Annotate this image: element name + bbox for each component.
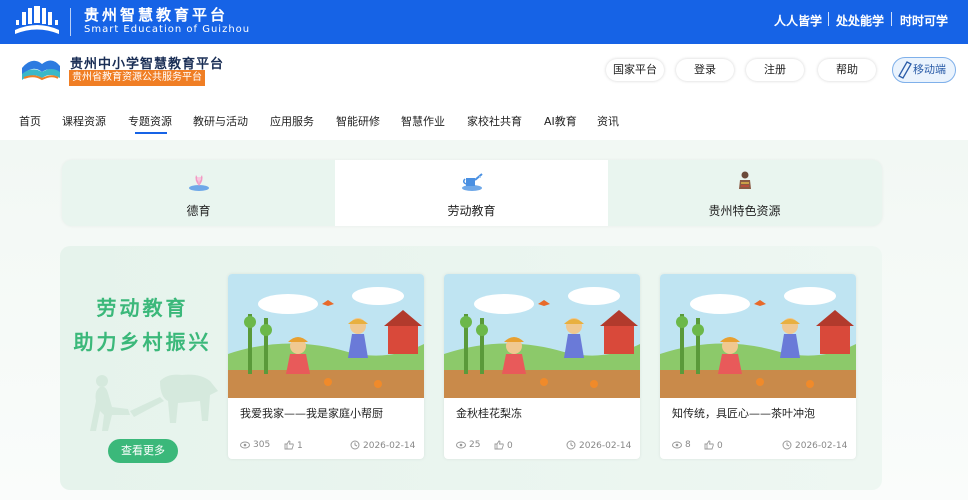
slogan-2: 处处能学 [836, 14, 885, 28]
nav-item-news[interactable]: 资讯 [597, 113, 619, 129]
resource-card[interactable]: 我爱我家——我是家庭小帮厨 305 1 2026-02-14 [228, 274, 424, 459]
view-count-value: 25 [469, 440, 481, 450]
nav-active-indicator [135, 132, 167, 134]
like-count-value: 0 [717, 441, 723, 451]
eye-icon [240, 441, 250, 449]
mobile-button-label: 移动端 [913, 63, 946, 76]
card-thumbnail [444, 274, 640, 398]
publish-date: 2026-02-14 [782, 440, 847, 451]
eye-icon [672, 441, 682, 449]
slogan-3: 时时可学 [900, 14, 949, 28]
nav-item-courses[interactable]: 课程资源 [62, 113, 106, 129]
nav-item-topics[interactable]: 专题资源 [128, 113, 172, 129]
nav-item-homework[interactable]: 智慧作业 [401, 113, 445, 129]
card-thumbnail [660, 274, 856, 398]
logo-divider [70, 8, 71, 36]
view-count: 305 [240, 440, 270, 450]
platform-title-en: Smart Education of Guizhou [84, 24, 251, 35]
nav-item-home[interactable]: 首页 [19, 113, 41, 129]
nav-item-ai[interactable]: AI教育 [544, 113, 577, 129]
site-subname: 贵州省教育资源公共服务平台 [69, 70, 205, 86]
view-count: 25 [456, 440, 480, 450]
thumbs-up-icon [704, 440, 714, 450]
slogan-separator [828, 12, 829, 26]
view-count-value: 305 [253, 440, 271, 450]
nav-item-family[interactable]: 家校社共育 [467, 113, 522, 129]
thumbs-up-icon [284, 440, 294, 450]
nav-item-apps[interactable]: 应用服务 [270, 113, 314, 129]
card-title: 知传统，具匠心——茶叶冲泡 [672, 407, 815, 420]
clock-icon [350, 440, 360, 450]
publish-date: 2026-02-14 [566, 440, 631, 451]
like-count-value: 1 [297, 441, 303, 451]
login-button[interactable]: 登录 [676, 59, 734, 81]
banner-line-1: 劳动教育 [96, 296, 189, 320]
help-button[interactable]: 帮助 [818, 59, 876, 81]
card-thumbnail [228, 274, 424, 398]
banner-line-2: 助力乡村振兴 [73, 330, 212, 354]
tab-guizhou[interactable]: 贵州特色资源 [608, 160, 881, 226]
nav-item-research[interactable]: 教研与活动 [193, 113, 248, 129]
top-banner: 贵州智慧教育平台 Smart Education of Guizhou 人人皆学… [0, 0, 968, 44]
tab-label: 贵州特色资源 [708, 204, 781, 218]
like-count: 0 [494, 440, 513, 451]
like-count: 0 [704, 440, 723, 451]
resource-card[interactable]: 金秋桂花梨冻 25 0 2026-02-14 [444, 274, 640, 459]
thumbs-up-icon [494, 440, 504, 450]
clock-icon [782, 440, 792, 450]
main-nav: 首页 课程资源 专题资源 教研与活动 应用服务 智能研修 智慧作业 家校社共育 … [0, 96, 968, 140]
register-button[interactable]: 注册 [746, 59, 804, 81]
publish-date-value: 2026-02-14 [579, 441, 632, 451]
clock-icon [566, 440, 576, 450]
pen-icon [898, 61, 912, 79]
card-title: 金秋桂花梨冻 [456, 407, 522, 420]
topic-tabs: 德育 劳动教育 贵州特色资源 [62, 160, 882, 226]
tab-moral[interactable]: 德育 [62, 160, 335, 226]
card-title: 我爱我家——我是家庭小帮厨 [240, 407, 383, 420]
like-count-value: 0 [507, 441, 513, 451]
labor-education-panel: 劳动教育 助力乡村振兴 查看更多 我爱我家——我是家庭小帮厨 305 1 202… [60, 246, 882, 490]
tab-label: 德育 [186, 204, 211, 218]
watering-can-icon [461, 173, 483, 191]
eye-icon [456, 441, 466, 449]
view-count: 8 [672, 440, 691, 450]
farmer-plowing-illustration [90, 374, 218, 431]
mobile-button[interactable]: 移动端 [892, 57, 956, 83]
site-header: 贵州中小学智慧教育平台 贵州省教育资源公共服务平台 国家平台 登录 注册 帮助 … [0, 44, 968, 96]
view-more-button[interactable]: 查看更多 [108, 439, 178, 463]
figure-icon [738, 171, 751, 189]
publish-date-value: 2026-02-14 [363, 441, 416, 451]
main-content: 德育 劳动教育 贵州特色资源 劳动教育 助力乡村振兴 查看更多 我爱我家——我是… [0, 140, 968, 500]
flower-icon [188, 175, 209, 191]
book-logo-icon [15, 6, 59, 34]
national-platform-button[interactable]: 国家平台 [606, 59, 664, 81]
like-count: 1 [284, 440, 303, 451]
publish-date: 2026-02-14 [350, 440, 415, 451]
resource-card[interactable]: 知传统，具匠心——茶叶冲泡 8 0 2026-02-14 [660, 274, 856, 459]
tab-label: 劳动教育 [447, 204, 496, 218]
site-logo-icon [22, 60, 60, 81]
publish-date-value: 2026-02-14 [795, 441, 848, 451]
tab-labor[interactable]: 劳动教育 [335, 160, 608, 226]
platform-title: 贵州智慧教育平台 [84, 6, 229, 24]
view-count-value: 8 [685, 440, 691, 450]
nav-item-training[interactable]: 智能研修 [336, 113, 380, 129]
slogan-separator [891, 12, 892, 26]
slogan-1: 人人皆学 [774, 14, 823, 28]
